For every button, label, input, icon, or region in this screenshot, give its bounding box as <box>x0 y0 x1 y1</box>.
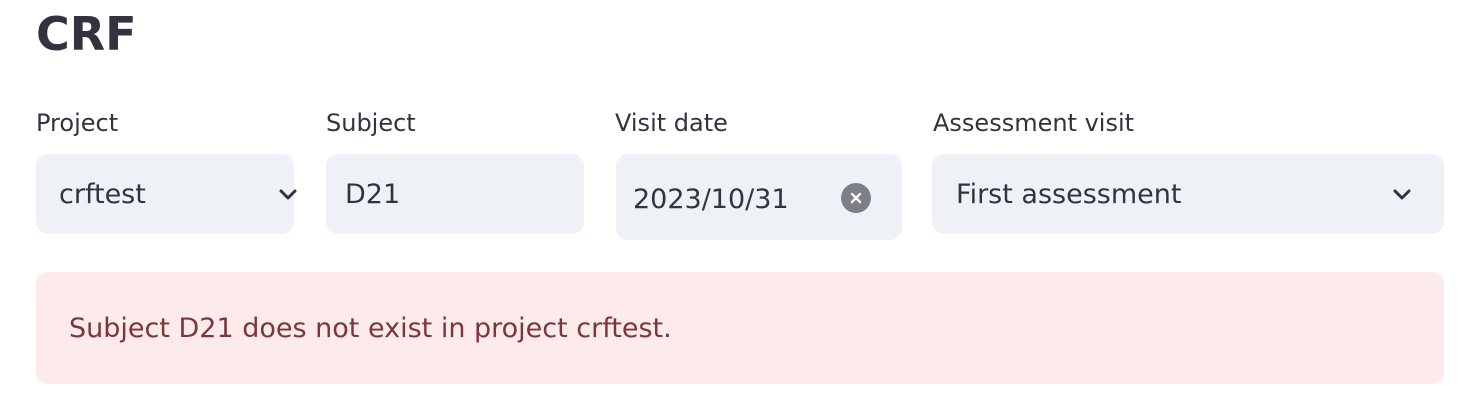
subject-label: Subject <box>326 109 416 137</box>
visit-date-input[interactable]: 2023/10/31 <box>616 154 902 240</box>
visit-date-label: Visit date <box>615 109 728 137</box>
chevron-down-icon <box>277 183 299 205</box>
error-alert-message: Subject D21 does not exist in project cr… <box>69 312 672 344</box>
project-label: Project <box>36 109 119 137</box>
project-select-value: crftest <box>59 178 146 210</box>
subject-input[interactable]: D21 <box>326 154 584 234</box>
subject-input-value: D21 <box>345 178 401 210</box>
error-alert: Subject D21 does not exist in project cr… <box>36 272 1444 384</box>
clear-icon[interactable] <box>841 183 871 213</box>
assessment-visit-value: First assessment <box>956 178 1182 210</box>
visit-date-value: 2023/10/31 <box>633 183 789 215</box>
assessment-visit-select[interactable]: First assessment <box>932 154 1444 234</box>
assessment-visit-label: Assessment visit <box>933 109 1135 137</box>
chevron-down-icon <box>1391 183 1413 205</box>
project-select[interactable]: crftest <box>36 154 297 234</box>
page-title: CRF <box>36 7 137 61</box>
